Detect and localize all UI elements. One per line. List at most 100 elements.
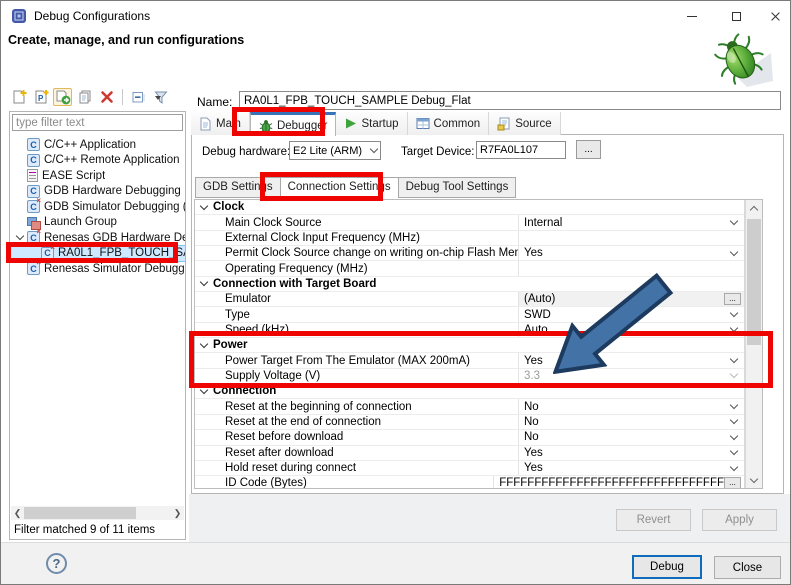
settings-row[interactable]: External Clock Input Frequency (MHz) [195,231,744,246]
chevron-down-icon[interactable] [730,447,738,455]
setting-value[interactable]: Yes [524,462,731,474]
settings-row[interactable]: TypeSWD [195,307,744,322]
scroll-up-icon[interactable] [746,200,762,215]
setting-value[interactable]: SWD [524,309,731,321]
scrollbar-thumb[interactable] [24,507,136,519]
target-device-browse-button[interactable]: ... [576,140,601,159]
scroll-right-icon[interactable]: ❯ [171,506,184,520]
table-vertical-scrollbar[interactable] [745,200,762,488]
settings-row[interactable]: Reset before downloadNo [195,430,744,445]
section-collapse-icon[interactable] [200,201,208,209]
tab-label: Common [434,118,481,130]
chevron-down-icon[interactable] [730,416,738,424]
subtab-connection-settings[interactable]: Connection Settings [280,177,398,198]
dialog-icon [11,8,27,24]
tree-horizontal-scrollbar[interactable]: ❮ ❯ [11,506,184,520]
section-collapse-icon[interactable] [200,278,208,286]
settings-row[interactable]: Reset at the beginning of connectionNo [195,399,744,414]
tab-debugger[interactable]: Debugger [250,112,337,136]
chevron-down-icon[interactable] [730,370,738,378]
settings-section-row[interactable]: Power [195,338,744,353]
settings-row[interactable]: Speed (kHz)Auto [195,323,744,338]
tree-item[interactable]: EASE Script [10,168,185,184]
debug-button[interactable]: Debug [632,555,702,579]
browse-button[interactable]: ... [724,477,741,489]
setting-value[interactable]: (Auto) [524,293,724,305]
setting-label: Power [213,339,248,351]
settings-row[interactable]: Power Target From The Emulator (MAX 200m… [195,353,744,368]
settings-row[interactable]: Hold reset during connectYes [195,461,744,476]
settings-row[interactable]: Reset at the end of connectionNo [195,415,744,430]
setting-value[interactable]: FFFFFFFFFFFFFFFFFFFFFFFFFFFFFFFF [499,477,724,489]
apply-button[interactable]: Apply [702,509,777,531]
settings-section-row[interactable]: Connection with Target Board [195,277,744,292]
target-device-input[interactable] [476,141,566,159]
tree-item-label: C/C++ Application [44,139,136,151]
tree-item[interactable]: CC/C++ Remote Application [10,153,185,169]
help-button[interactable]: ? [46,553,67,574]
setting-value[interactable]: No [524,431,731,443]
setting-value[interactable]: 3.3 [524,370,731,382]
section-collapse-icon[interactable] [200,386,208,394]
setting-value[interactable]: Yes [524,447,731,459]
tree-item[interactable]: CRenesas GDB Hardware Debugg [10,230,185,246]
debug-hardware-select[interactable]: E2 Lite (ARM) [289,141,381,160]
export-configurations-icon[interactable] [53,88,72,106]
tree-item[interactable]: CGDB Simulator Debugging (RH8 [10,199,185,215]
settings-row[interactable]: ID Code (Bytes)FFFFFFFFFFFFFFFFFFFFFFFFF… [195,476,744,489]
filter-input[interactable] [12,114,183,131]
filter-dropdown-arrow-icon[interactable] [155,96,161,100]
new-prototype-icon[interactable]: P [31,88,50,106]
tree-item[interactable]: CC/C++ Application [10,137,185,153]
close-button[interactable]: Close [714,556,781,579]
setting-value[interactable]: Yes [524,355,731,367]
chevron-down-icon[interactable] [730,355,738,363]
setting-value[interactable]: No [524,416,731,428]
svg-text:P: P [38,94,44,103]
setting-value[interactable]: No [524,401,731,413]
settings-row[interactable]: Supply Voltage (V)3.3 [195,369,744,384]
scrollbar-thumb[interactable] [747,219,761,345]
chevron-down-icon[interactable] [730,247,738,255]
duplicate-icon[interactable] [75,88,94,106]
name-input[interactable] [239,91,781,110]
expand-chevron-icon[interactable] [12,236,27,239]
tree-item[interactable]: CRenesas Simulator Debugging ( [10,261,185,277]
scroll-down-icon[interactable] [746,473,762,488]
chevron-down-icon[interactable] [730,324,738,332]
chevron-down-icon[interactable] [730,401,738,409]
setting-value[interactable]: Yes [524,247,731,259]
collapse-all-icon[interactable] [129,88,148,106]
scroll-left-icon[interactable]: ❮ [11,506,24,520]
connection-settings-table: ClockMain Clock SourceInternalExternal C… [194,199,763,489]
chevron-down-icon [370,145,378,153]
settings-row[interactable]: Operating Frequency (MHz) [195,261,744,276]
settings-section-row[interactable]: Connection [195,384,744,399]
browse-button[interactable]: ... [724,293,741,305]
tab-source[interactable]: Source [489,112,560,135]
settings-row[interactable]: Main Clock SourceInternal [195,215,744,230]
settings-row[interactable]: Reset after downloadYes [195,446,744,461]
title-bar: Debug Configurations [1,1,790,31]
tab-common[interactable]: Common [408,112,490,135]
revert-button[interactable]: Revert [616,509,691,531]
settings-row[interactable]: Emulator(Auto)... [195,292,744,307]
delete-icon[interactable] [97,88,116,106]
setting-value[interactable]: Internal [524,217,731,229]
subtab-debug-tool-settings[interactable]: Debug Tool Settings [398,177,517,198]
settings-row[interactable]: Permit Clock Source change on writing on… [195,246,744,261]
subtab-gdb-settings[interactable]: GDB Settings [195,177,280,198]
setting-value[interactable]: Auto [524,324,731,336]
settings-section-row[interactable]: Clock [195,200,744,215]
new-configuration-icon[interactable] [9,88,28,106]
section-collapse-icon[interactable] [200,340,208,348]
chevron-down-icon[interactable] [730,432,738,440]
chevron-down-icon[interactable] [730,462,738,470]
tab-startup[interactable]: Startup [336,112,407,135]
chevron-down-icon[interactable] [730,217,738,225]
chevron-down-icon[interactable] [730,309,738,317]
maximize-button[interactable] [715,1,758,31]
minimize-button[interactable] [669,1,715,31]
tab-main[interactable]: Main [191,112,250,135]
window-close-button[interactable] [758,1,791,31]
